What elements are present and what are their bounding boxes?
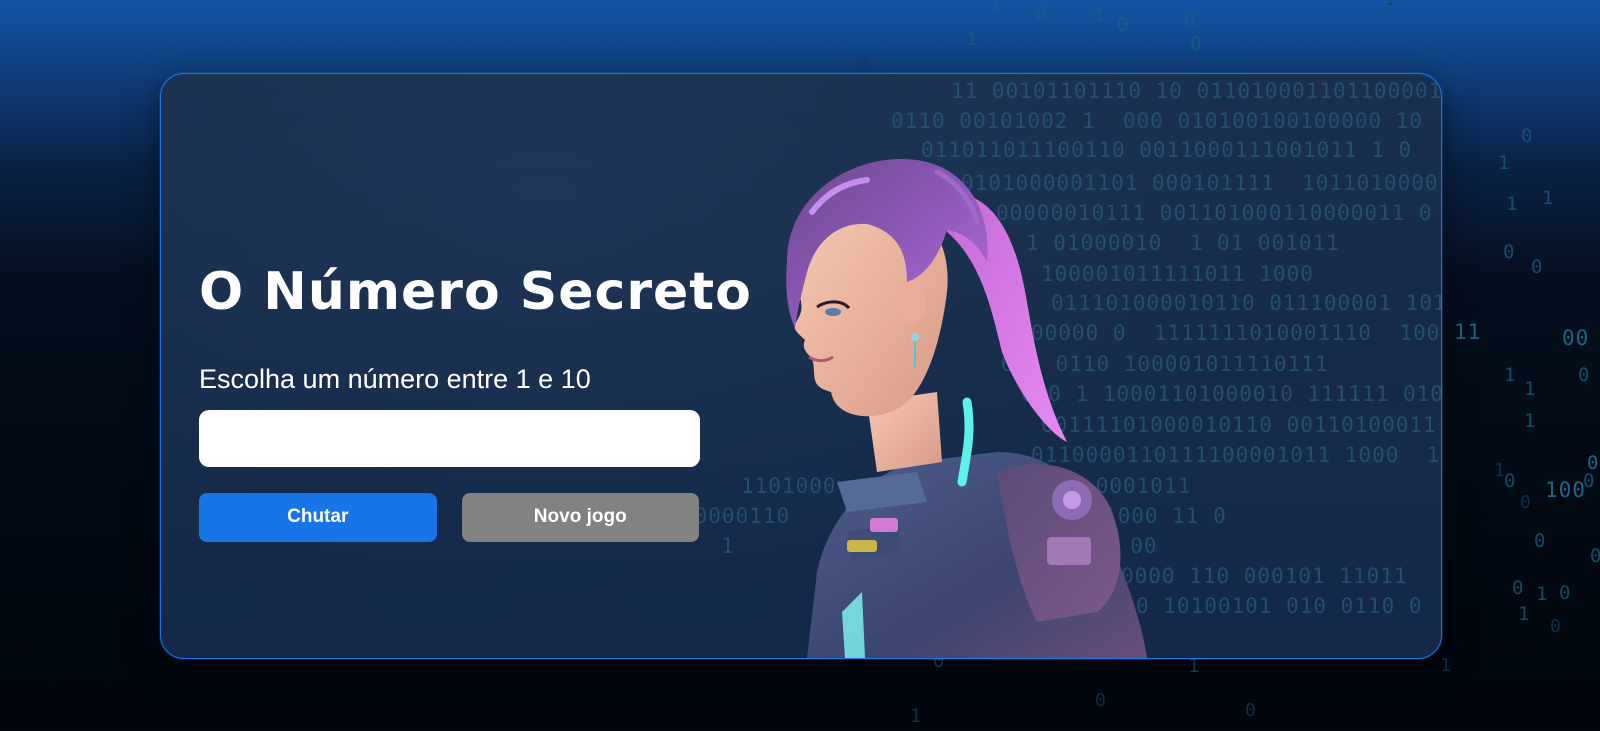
binary-digit: 0 [857,53,869,74]
binary-digit: 11 [1454,320,1482,344]
binary-digit: 0 [1245,700,1257,721]
binary-digit: 0 [1036,3,1049,25]
binary-digit: 1 [1440,655,1452,676]
binary-digit: 0 [1117,14,1130,36]
binary-digit: 0 [1184,10,1197,32]
binary-digit: 0 [1521,125,1534,147]
guess-input[interactable] [199,409,700,467]
binary-digit: 0 [1534,530,1547,552]
new-game-button[interactable]: Novo jogo [461,492,699,542]
page-title: O Número Secreto [199,262,752,322]
binary-line: 11 00101101110 10 011010001101100001 [951,79,1442,103]
binary-digit: 1 [1542,187,1555,209]
binary-digit: 1 [1494,460,1506,481]
binary-digit: 0 [1504,470,1517,492]
button-group: Chutar Novo jogo [199,492,699,542]
binary-line: 0 10100101 010 0110 0 [1136,594,1423,618]
binary-digit: 0 [1559,582,1572,604]
binary-digit: 1 [1093,4,1106,26]
binary-digit: 1 [1518,603,1531,625]
binary-digit: 1 [966,28,979,50]
game-card: 11 00101101110 10 011010001101100001 011… [160,73,1442,659]
game-panel: O Número Secreto Escolha um número entre… [199,262,752,542]
binary-digit: 1 [990,0,1002,15]
binary-digit: 0 [1583,470,1596,492]
binary-digit: 0 [1095,690,1107,711]
binary-line: 0110 00101002 1 000 010100100100000 10 [891,109,1424,133]
binary-digit: 1 [1524,410,1537,432]
instruction-text: Escolha um número entre 1 e 10 [199,364,591,395]
binary-digit: 1 [910,705,923,727]
binary-digit: 1 [1498,152,1511,174]
binary-digit: 0 [1578,364,1591,386]
binary-digit: 1 [1506,193,1519,215]
binary-digit: 100 [1545,478,1586,502]
binary-digit: 00 [1562,326,1590,350]
binary-digit: 0 [1190,33,1203,55]
binary-digit: 1 [1524,378,1537,400]
binary-digit: 1 [1385,0,1396,9]
binary-digit: 0 [1587,452,1600,474]
guess-button[interactable]: Chutar [199,492,437,542]
binary-digit: 0 [1503,241,1516,263]
astronaut-girl-illustration [747,152,1167,658]
binary-digit: 0 [1520,492,1532,513]
binary-digit: 0 [1531,256,1544,278]
binary-digit: 1 [1504,364,1517,386]
binary-digit: 1 [1536,583,1549,605]
binary-digit: 0 [1550,616,1562,637]
binary-digit: 0 [1512,577,1525,599]
binary-digit: 0 [1590,545,1600,567]
